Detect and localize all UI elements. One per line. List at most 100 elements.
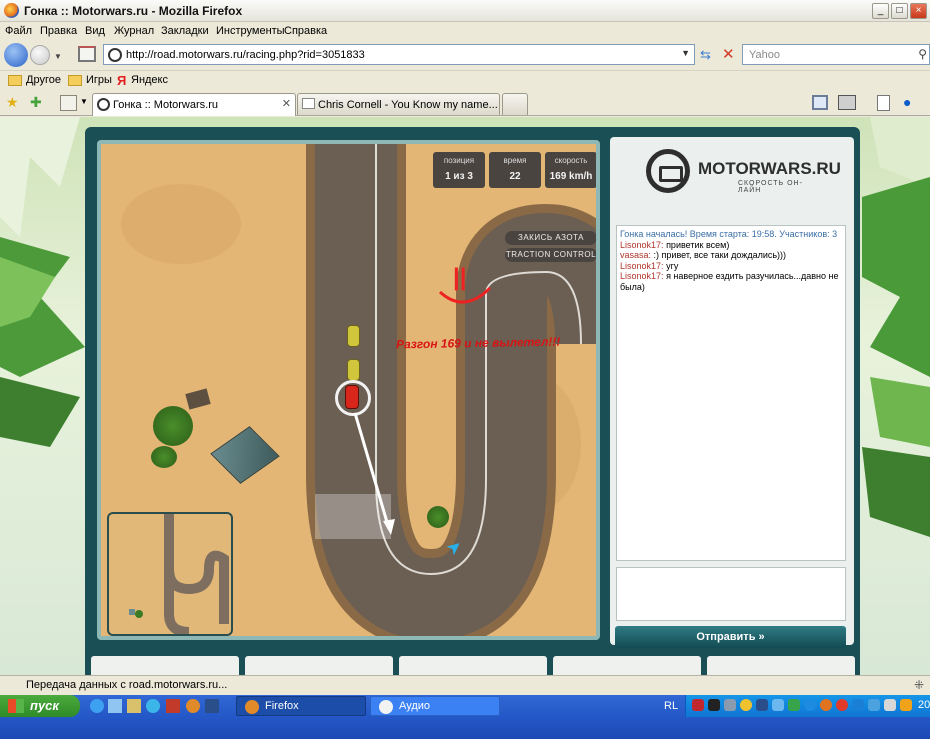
tray-icon[interactable] bbox=[708, 699, 720, 711]
tray-icon[interactable] bbox=[788, 699, 800, 711]
reload-icon[interactable]: ⇆ bbox=[700, 47, 711, 63]
logo-icon bbox=[646, 149, 690, 193]
menu-file[interactable]: Файл bbox=[5, 25, 32, 37]
language-indicator[interactable]: RL bbox=[664, 700, 678, 712]
tray-icon[interactable] bbox=[772, 699, 784, 711]
quicklaunch-icon[interactable] bbox=[146, 699, 160, 713]
close-button[interactable]: × bbox=[910, 3, 927, 19]
ie-icon[interactable] bbox=[90, 699, 104, 713]
address-text[interactable]: http://road.motorwars.ru/racing.php?rid=… bbox=[126, 49, 365, 61]
resize-grip-icon[interactable]: ⁜ bbox=[914, 678, 924, 692]
tray-icon[interactable] bbox=[900, 699, 912, 711]
tree-icon bbox=[153, 406, 193, 446]
tray-icon[interactable] bbox=[740, 699, 752, 711]
hud-speed-value: 169 km/h bbox=[549, 171, 593, 182]
taskbar-item-firefox[interactable]: Firefox bbox=[236, 696, 366, 716]
player-slot[interactable] bbox=[245, 656, 393, 675]
tray-icon[interactable] bbox=[868, 699, 880, 711]
player-slot[interactable] bbox=[91, 656, 239, 675]
hud-time: время 22 bbox=[489, 152, 541, 188]
new-tab-button[interactable] bbox=[502, 93, 528, 115]
bookmark-games[interactable]: Игры bbox=[86, 74, 112, 86]
game-frame: позиция 1 из 3 время 22 скорость 169 km/… bbox=[85, 127, 860, 675]
player-slot[interactable] bbox=[553, 656, 701, 675]
menu-edit[interactable]: Правка bbox=[40, 25, 77, 37]
logo-name: MOTORWARS.RU bbox=[698, 159, 841, 178]
hud-position-label: позиция bbox=[443, 156, 475, 165]
search-box[interactable]: Yahoo ⚲ bbox=[742, 44, 930, 65]
stop-icon[interactable]: ✕ bbox=[722, 45, 735, 63]
tab-racing[interactable]: Гонка :: Motorwars.ru ✕ bbox=[92, 93, 296, 116]
addon-icon[interactable]: ✚ bbox=[30, 94, 42, 111]
chat-message: Lisonok17: угу bbox=[620, 260, 679, 271]
address-bar[interactable]: http://road.motorwars.ru/racing.php?rid=… bbox=[103, 44, 695, 65]
quicklaunch-icon[interactable] bbox=[127, 699, 141, 713]
player-slot[interactable] bbox=[707, 656, 855, 675]
folder-icon bbox=[8, 75, 22, 86]
send-button[interactable]: Отправить » bbox=[615, 626, 846, 648]
bookmark-yandex[interactable]: Яндекс bbox=[131, 74, 168, 86]
home-icon[interactable] bbox=[78, 46, 96, 62]
tab-music[interactable]: Chris Cornell - You Know my name... bbox=[297, 93, 500, 115]
firefox-icon bbox=[245, 700, 259, 714]
chat-nick: Lisonok17: bbox=[620, 260, 664, 271]
tray-icon[interactable] bbox=[692, 699, 704, 711]
minimap bbox=[107, 512, 233, 636]
quicklaunch-icon[interactable] bbox=[205, 699, 219, 713]
history-dropdown-icon[interactable]: ▼ bbox=[54, 52, 62, 61]
bookmark-other[interactable]: Другое bbox=[26, 74, 61, 86]
chat-message: Lisonok17: приветик всем) bbox=[620, 239, 730, 250]
tab-label: Chris Cornell - You Know my name... bbox=[318, 99, 498, 111]
help-icon[interactable]: ● bbox=[903, 94, 911, 110]
windows-taskbar: пуск Firefox Аудио RL 20 bbox=[0, 695, 930, 739]
quicklaunch-icon[interactable] bbox=[166, 699, 180, 713]
menu-tools[interactable]: Инструменты bbox=[216, 25, 285, 37]
back-icon[interactable] bbox=[4, 43, 28, 67]
tab-close-icon[interactable]: ✕ bbox=[282, 97, 291, 110]
player-slot[interactable] bbox=[399, 656, 547, 675]
tree-icon bbox=[151, 446, 177, 468]
hud-position: позиция 1 из 3 bbox=[433, 152, 485, 188]
chat-panel: MOTORWARS.RU СКОРОСТЬ ОН-ЛАЙН Гонка нача… bbox=[610, 137, 854, 648]
chat-nick: vasasa: bbox=[620, 250, 652, 260]
tray-icon[interactable] bbox=[852, 699, 864, 711]
chat-log[interactable]: Гонка началась! Время старта: 19:58. Уча… bbox=[616, 225, 846, 561]
forward-icon[interactable] bbox=[30, 45, 50, 65]
start-button[interactable]: пуск bbox=[0, 695, 80, 717]
traction-control-button[interactable]: TRACTION CONTROL bbox=[505, 248, 596, 262]
tab-bar: ★ ✚ ▼ Гонка :: Motorwars.ru ✕ Chris Corn… bbox=[0, 90, 930, 116]
address-dropdown-icon[interactable]: ▼ bbox=[681, 48, 690, 58]
yandex-icon: Я bbox=[117, 73, 127, 88]
chat-message: Lisonok17: я наверное ездить разучилась.… bbox=[620, 271, 839, 292]
search-icon[interactable]: ⚲ bbox=[918, 47, 927, 61]
maximize-button[interactable]: □ bbox=[891, 3, 908, 19]
folder-icon bbox=[68, 75, 82, 86]
tray-icon[interactable] bbox=[820, 699, 832, 711]
minimize-button[interactable]: _ bbox=[872, 3, 889, 19]
menu-view[interactable]: Вид bbox=[85, 25, 105, 37]
hud-time-label: время bbox=[503, 156, 527, 165]
windows-logo-icon bbox=[8, 699, 24, 713]
tray-icon[interactable] bbox=[756, 699, 768, 711]
page-menu-icon[interactable] bbox=[877, 95, 890, 111]
tray-icon[interactable] bbox=[836, 699, 848, 711]
quicklaunch-icon[interactable] bbox=[108, 699, 122, 713]
bookmarks-toolbar: Другое Игры Я Яндекс bbox=[0, 70, 930, 90]
tray-icon[interactable] bbox=[884, 699, 896, 711]
tray-icon[interactable] bbox=[724, 699, 736, 711]
menu-history[interactable]: Журнал bbox=[114, 25, 154, 37]
tray-icon[interactable] bbox=[804, 699, 816, 711]
tab-list-dropdown-icon[interactable]: ▼ bbox=[80, 97, 88, 106]
tab-list-icon[interactable] bbox=[60, 95, 77, 111]
star-icon[interactable]: ★ bbox=[6, 94, 19, 111]
taskbar-item-audio[interactable]: Аудио bbox=[370, 696, 500, 716]
home-page-icon[interactable] bbox=[812, 95, 828, 110]
chat-input[interactable] bbox=[616, 567, 846, 621]
menu-bookmarks[interactable]: Закладки bbox=[161, 25, 209, 37]
nitro-button[interactable]: ЗАКИСЬ АЗОТА bbox=[505, 231, 596, 245]
race-track[interactable]: позиция 1 из 3 время 22 скорость 169 km/… bbox=[101, 144, 596, 636]
tab-label: Гонка :: Motorwars.ru bbox=[113, 99, 218, 111]
menu-help[interactable]: Справка bbox=[284, 25, 327, 37]
firefox-quicklaunch-icon[interactable] bbox=[186, 699, 200, 713]
print-icon[interactable] bbox=[838, 95, 856, 110]
